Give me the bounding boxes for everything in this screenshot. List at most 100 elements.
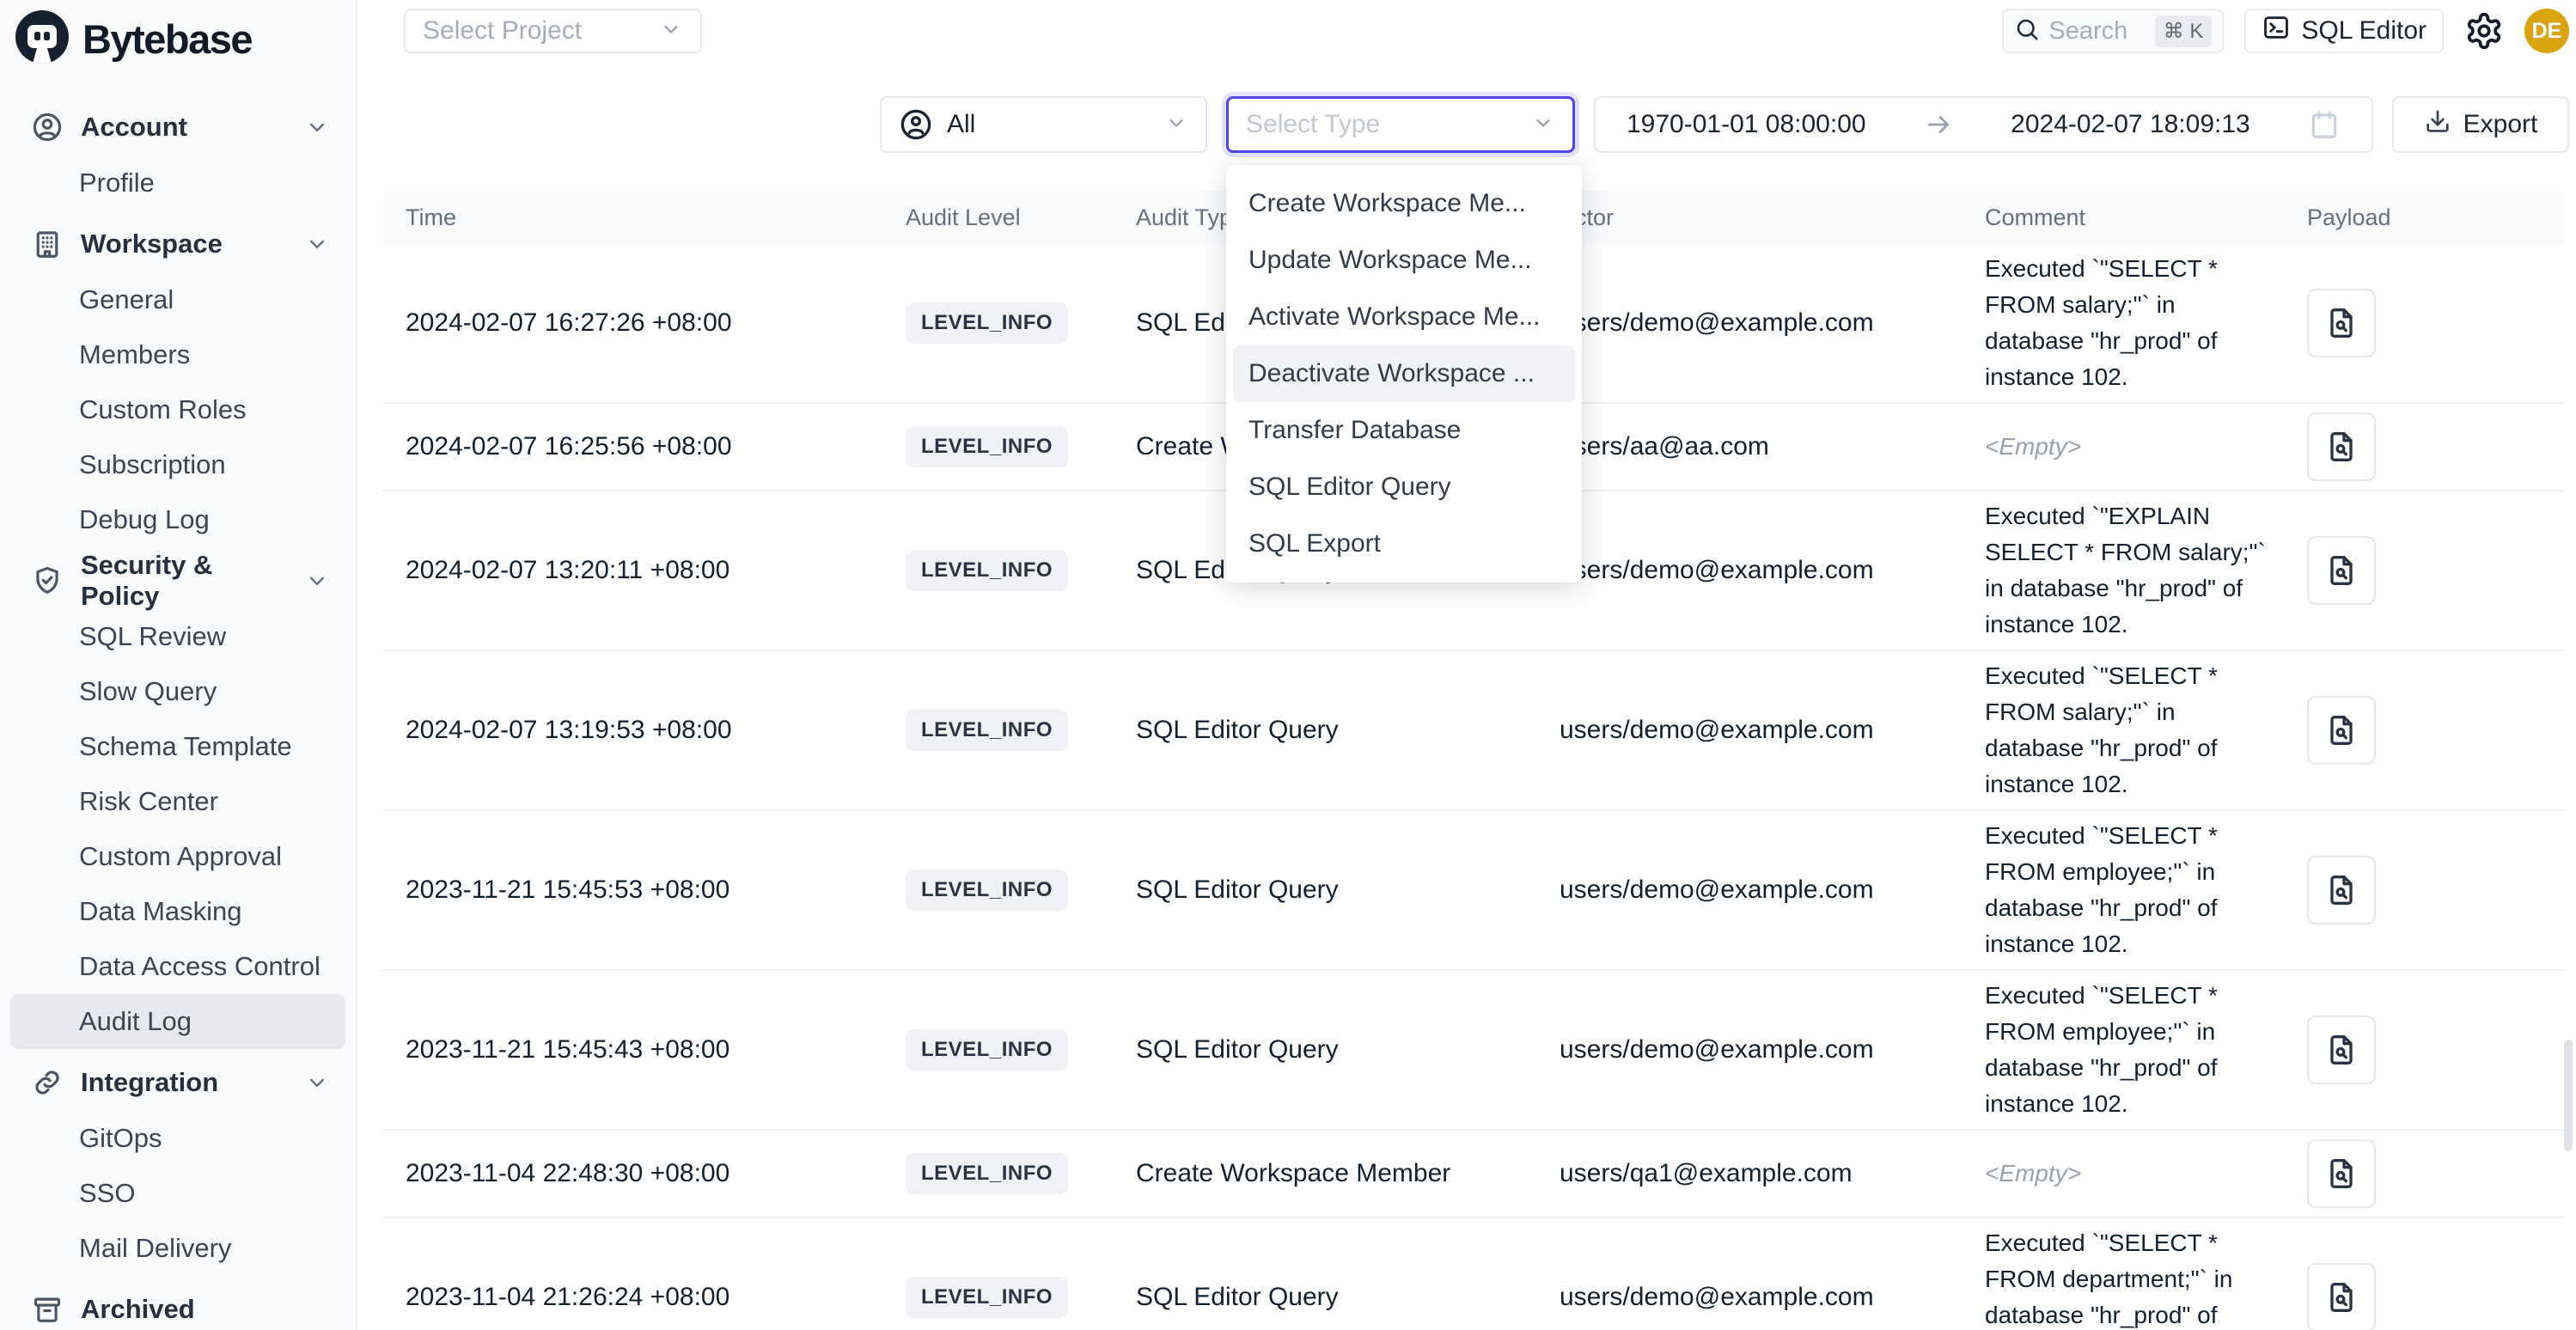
type-option-transfer-database[interactable]: Transfer Database (1233, 402, 1575, 459)
chevron-down-icon (659, 17, 683, 46)
topbar: Select Project Search ⌘ K SQL Editor DE (357, 0, 2576, 62)
sidebar-item-custom-roles[interactable]: Custom Roles (10, 382, 345, 437)
sidebar-item-general[interactable]: General (10, 272, 345, 327)
chevron-down-icon (304, 231, 330, 257)
type-filter-select[interactable]: Select Type (1226, 96, 1575, 153)
cell-actor: users/demo@example.com (1537, 716, 1963, 745)
date-range-end: 2024-02-07 18:09:13 (2011, 110, 2250, 139)
table-row: 2023-11-04 22:48:30 +08:00LEVEL_INFOCrea… (383, 1131, 2564, 1218)
audit-level-badge: LEVEL_INFO (906, 426, 1068, 467)
cell-time: 2023-11-21 15:45:53 +08:00 (383, 875, 883, 905)
type-option-sql-editor-query[interactable]: SQL Editor Query (1233, 459, 1575, 516)
export-button[interactable]: Export (2392, 96, 2569, 153)
date-range-picker[interactable]: 1970-01-01 08:00:00 2024-02-07 18:09:13 (1594, 96, 2373, 153)
audit-level-badge: LEVEL_INFO (906, 1153, 1068, 1194)
sidebar-item-risk-center[interactable]: Risk Center (10, 774, 345, 829)
sidebar-item-members[interactable]: Members (10, 327, 345, 382)
payload-view-button[interactable] (2307, 412, 2376, 481)
chevron-down-icon (1531, 111, 1555, 139)
cell-actor: users/aa@aa.com (1537, 432, 1963, 461)
filter-bar: All Select Type 1970-01-01 08:00:00 2024… (357, 96, 2576, 153)
type-option-deactivate-workspace[interactable]: Deactivate Workspace ... (1233, 345, 1575, 402)
sidebar-section-archived[interactable]: Archived (0, 1281, 356, 1330)
cell-actor: users/demo@example.com (1537, 556, 1963, 585)
sidebar-item-gitops[interactable]: GitOps (10, 1111, 345, 1166)
cell-audit-level: LEVEL_INFO (883, 1153, 1114, 1194)
cell-comment: Executed `"SELECT * FROM employee;"` in … (1963, 818, 2285, 962)
sidebar-item-slow-query[interactable]: Slow Query (10, 664, 345, 719)
sidebar-item-data-access-control[interactable]: Data Access Control (10, 939, 345, 994)
sidebar-item-sso[interactable]: SSO (10, 1166, 345, 1221)
search-input[interactable]: Search ⌘ K (2002, 9, 2224, 53)
user-avatar[interactable]: DE (2524, 9, 2569, 53)
settings-gear-icon[interactable] (2464, 11, 2504, 51)
payload-view-button[interactable] (2307, 856, 2376, 924)
table-row: 2023-11-21 15:45:53 +08:00LEVEL_INFOSQL … (383, 811, 2564, 971)
audit-level-badge: LEVEL_INFO (906, 302, 1068, 344)
audit-level-badge: LEVEL_INFO (906, 550, 1068, 591)
search-placeholder: Search (2048, 17, 2146, 46)
sidebar-item-sql-review[interactable]: SQL Review (10, 609, 345, 664)
scrollbar-thumb[interactable] (2564, 1040, 2573, 1151)
calendar-icon (2308, 108, 2341, 141)
sidebar-item-audit-log[interactable]: Audit Log (10, 994, 345, 1049)
payload-view-button[interactable] (2307, 696, 2376, 765)
type-option-sql-export[interactable]: SQL Export (1233, 516, 1575, 572)
cell-time: 2024-02-07 16:25:56 +08:00 (383, 432, 883, 461)
cell-audit-type: SQL Editor Query (1114, 716, 1537, 745)
column-header-payload: Payload (2285, 204, 2564, 231)
cell-audit-type: SQL Editor Query (1114, 1035, 1537, 1065)
sidebar-item-debug-log[interactable]: Debug Log (10, 492, 345, 547)
sidebar-item-schema-template[interactable]: Schema Template (10, 719, 345, 774)
bytebase-app: Bytebase AccountProfileWorkspaceGeneralM… (0, 0, 2576, 1330)
cell-time: 2023-11-21 15:45:43 +08:00 (383, 1035, 883, 1065)
payload-view-button[interactable] (2307, 1139, 2376, 1208)
chevron-down-icon (1164, 111, 1188, 139)
bytebase-logo[interactable]: Bytebase (0, 0, 356, 78)
terminal-icon (2262, 13, 2291, 49)
type-option-activate-workspace-me[interactable]: Activate Workspace Me... (1233, 289, 1575, 345)
sidebar-item-data-masking[interactable]: Data Masking (10, 884, 345, 939)
chevron-down-icon (304, 568, 330, 594)
chevron-down-icon (304, 1070, 330, 1095)
cell-audit-level: LEVEL_INFO (883, 710, 1114, 751)
cell-comment: <Empty> (1963, 429, 2285, 465)
sidebar-item-custom-approval[interactable]: Custom Approval (10, 829, 345, 884)
sidebar-item-subscription[interactable]: Subscription (10, 437, 345, 492)
download-icon (2424, 107, 2451, 142)
type-option-update-workspace-me[interactable]: Update Workspace Me... (1233, 232, 1575, 289)
cell-time: 2024-02-07 13:19:53 +08:00 (383, 716, 883, 745)
payload-view-button[interactable] (2307, 289, 2376, 357)
project-select[interactable]: Select Project (404, 9, 702, 53)
cell-payload (2285, 289, 2564, 357)
sql-editor-button[interactable]: SQL Editor (2244, 9, 2444, 53)
export-label: Export (2463, 110, 2538, 139)
cell-payload (2285, 536, 2564, 605)
payload-view-button[interactable] (2307, 536, 2376, 605)
cell-time: 2024-02-07 16:27:26 +08:00 (383, 308, 883, 338)
cell-audit-level: LEVEL_INFO (883, 550, 1114, 591)
sidebar-section-label: Account (81, 112, 287, 143)
sidebar-section-account[interactable]: Account (0, 99, 356, 156)
sidebar-section-security-policy[interactable]: Security & Policy (0, 552, 356, 609)
cell-actor: users/demo@example.com (1537, 1283, 1963, 1312)
creator-filter-select[interactable]: All (880, 96, 1207, 153)
sidebar-item-profile[interactable]: Profile (10, 156, 345, 210)
cell-audit-level: LEVEL_INFO (883, 302, 1114, 344)
payload-view-button[interactable] (2307, 1016, 2376, 1084)
cell-actor: users/demo@example.com (1537, 875, 1963, 905)
sidebar-section-integration[interactable]: Integration (0, 1054, 356, 1111)
cell-comment: Executed `"EXPLAIN SELECT * FROM salary;… (1963, 498, 2285, 643)
type-option-create-workspace-me[interactable]: Create Workspace Me... (1233, 175, 1575, 232)
sidebar-item-mail-delivery[interactable]: Mail Delivery (10, 1221, 345, 1276)
cell-comment: Executed `"SELECT * FROM salary;"` in da… (1963, 658, 2285, 802)
payload-view-button[interactable] (2307, 1263, 2376, 1330)
sidebar-section-workspace[interactable]: Workspace (0, 216, 356, 272)
cell-audit-type: SQL Editor Query (1114, 1283, 1537, 1312)
audit-type-dropdown: Create Workspace Me...Update Workspace M… (1226, 165, 1582, 583)
cell-payload (2285, 1139, 2564, 1208)
cell-actor: users/demo@example.com (1537, 1035, 1963, 1065)
cell-time: 2023-11-04 22:48:30 +08:00 (383, 1159, 883, 1188)
cell-comment: Executed `"SELECT * FROM salary;"` in da… (1963, 251, 2285, 395)
link-icon (31, 1066, 64, 1099)
